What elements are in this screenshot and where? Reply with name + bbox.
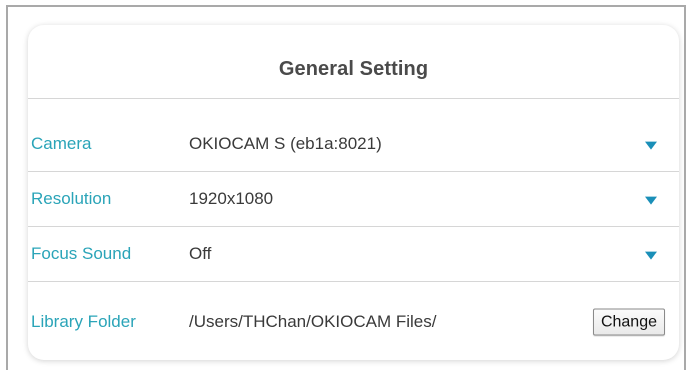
- caret-down-icon[interactable]: [645, 141, 657, 150]
- focus-sound-select[interactable]: Focus Sound Off: [28, 227, 679, 281]
- camera-value[interactable]: OKIOCAM S (eb1a:8021): [189, 134, 382, 154]
- resolution-select[interactable]: Resolution 1920x1080: [28, 172, 679, 226]
- library-folder-path: /Users/THChan/OKIOCAM Files/: [189, 312, 437, 331]
- focus-sound-label: Focus Sound: [31, 244, 132, 263]
- caret-down-icon[interactable]: [645, 196, 657, 205]
- resolution-value[interactable]: 1920x1080: [189, 189, 273, 209]
- caret-down-icon[interactable]: [645, 251, 657, 260]
- library-folder-row: Library Folder /Users/THChan/OKIOCAM Fil…: [28, 295, 679, 349]
- library-folder-label: Library Folder: [31, 312, 136, 331]
- camera-select[interactable]: Camera OKIOCAM S (eb1a:8021): [28, 117, 679, 171]
- title-divider: [28, 98, 679, 99]
- resolution-label: Resolution: [31, 189, 112, 208]
- camera-label: Camera: [31, 134, 92, 153]
- change-folder-button[interactable]: Change: [592, 308, 665, 336]
- row-divider: [28, 281, 679, 282]
- general-setting-panel: General Setting Camera OKIOCAM S (eb1a:8…: [28, 25, 679, 360]
- panel-title: General Setting: [278, 58, 429, 80]
- focus-sound-value[interactable]: Off: [189, 244, 211, 264]
